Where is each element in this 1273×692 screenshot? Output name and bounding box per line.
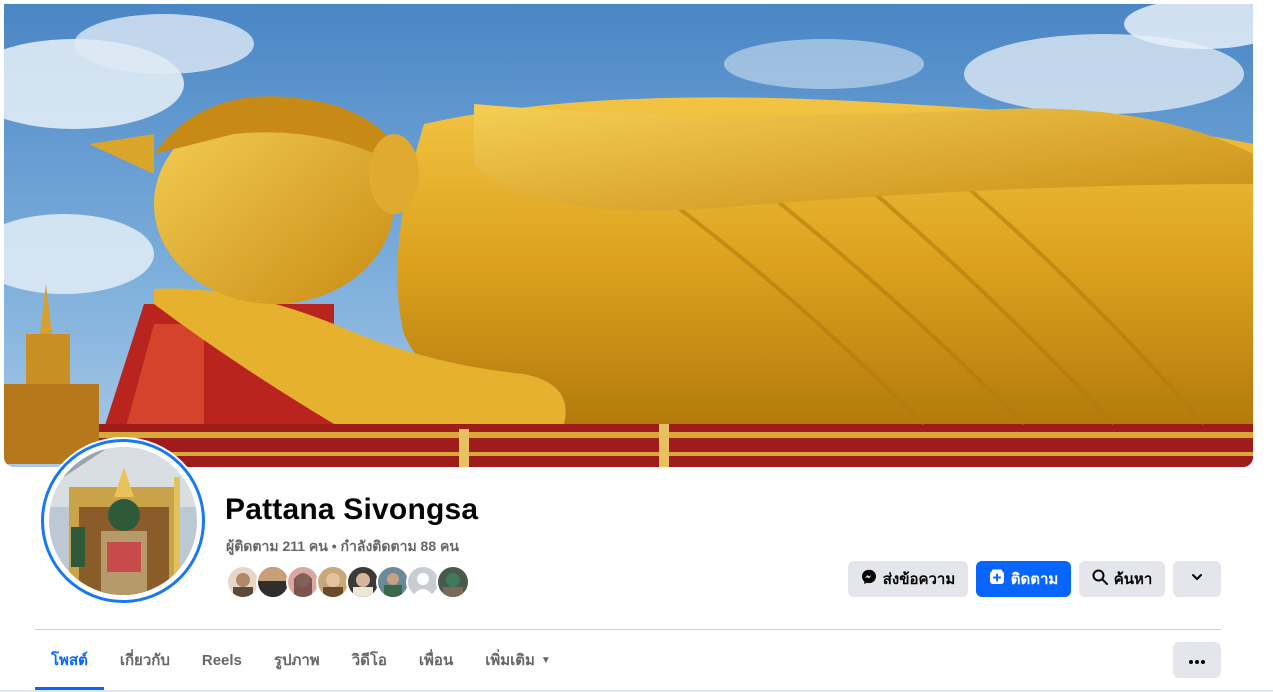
tab-label: วิดีโอ (351, 652, 387, 669)
follower-stats[interactable]: ผู้ติดตาม 211 คน • กำลังติดตาม 88 คน (226, 536, 459, 558)
caret-down-icon: ▼ (540, 654, 551, 666)
tab-reels[interactable]: Reels (186, 630, 258, 690)
follow-plus-icon (989, 569, 1005, 589)
friend-avatar[interactable] (226, 565, 260, 599)
friend-avatars (226, 565, 470, 599)
tab-label: รูปภาพ (273, 652, 320, 669)
story-ring (41, 439, 205, 603)
message-button-label: ส่งข้อความ (882, 571, 956, 588)
friend-avatar[interactable] (346, 565, 380, 599)
tab-label: เพิ่มเติม (485, 652, 535, 669)
search-button[interactable]: ค้นหา (1079, 561, 1165, 597)
profile-dropdown-button[interactable] (1173, 561, 1221, 597)
messenger-icon (861, 569, 877, 589)
tab-more[interactable]: เพิ่มเติม ▼ (469, 630, 567, 690)
tab-label: โพสต์ (51, 652, 88, 669)
search-button-label: ค้นหา (1113, 571, 1153, 588)
avatar-image (49, 447, 197, 595)
friend-avatar[interactable] (316, 565, 350, 599)
chevron-down-icon (1190, 570, 1204, 588)
cover-photo[interactable] (4, 4, 1253, 467)
friend-avatar[interactable] (256, 565, 290, 599)
follow-button-label: ติดตาม (1010, 571, 1059, 588)
friend-avatar[interactable] (436, 565, 470, 599)
search-icon (1092, 569, 1108, 589)
tab-photos[interactable]: รูปภาพ (258, 630, 336, 690)
tab-label: เกี่ยวกับ (119, 652, 170, 669)
friend-avatar[interactable] (406, 565, 440, 599)
tab-videos[interactable]: วิดีโอ (336, 630, 403, 690)
profile-tabs: โพสต์ เกี่ยวกับ Reels รูปภาพ วิดีโอ เพื่… (35, 630, 567, 690)
friend-avatar[interactable] (286, 565, 320, 599)
tab-friends[interactable]: เพื่อน (403, 630, 469, 690)
ellipsis-icon (1189, 651, 1205, 669)
tab-label: Reels (201, 651, 242, 669)
profile-avatar[interactable] (39, 437, 207, 605)
page-scrollbar[interactable] (1259, 0, 1273, 692)
follow-button[interactable]: ติดตาม (976, 561, 1071, 597)
friend-avatar[interactable] (376, 565, 410, 599)
tab-posts[interactable]: โพสต์ (35, 630, 104, 690)
profile-name: Pattana Sivongsa (225, 493, 479, 526)
more-options-button[interactable] (1173, 642, 1221, 678)
tab-about[interactable]: เกี่ยวกับ (104, 630, 186, 690)
tab-label: เพื่อน (418, 652, 454, 669)
cover-image (4, 4, 1253, 467)
message-button[interactable]: ส่งข้อความ (848, 561, 968, 597)
